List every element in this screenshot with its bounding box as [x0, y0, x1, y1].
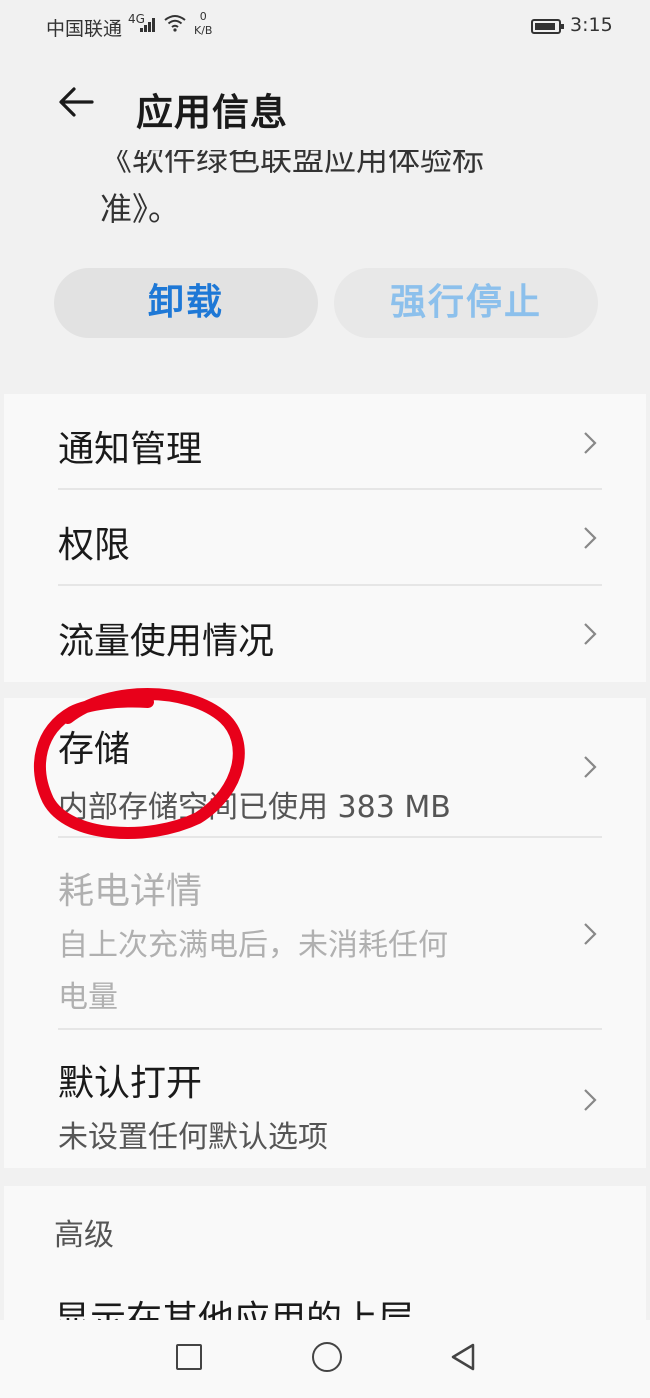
back-arrow-icon[interactable]	[56, 82, 96, 122]
home-icon[interactable]	[312, 1342, 342, 1372]
back-icon[interactable]	[449, 1342, 477, 1372]
wifi-icon	[164, 14, 186, 37]
chevron-right-icon	[584, 923, 597, 945]
network-speed: 0 K/B	[194, 10, 212, 38]
clock: 3:15	[570, 14, 613, 36]
open-by-default-label: 默认打开	[58, 1063, 203, 1104]
description-last-line: 准》。	[100, 190, 181, 228]
divider	[58, 836, 602, 838]
divider	[58, 488, 602, 490]
chevron-right-icon	[584, 432, 597, 454]
storage-label: 存储	[58, 729, 131, 770]
settings-group-1: 通知管理 权限 流量使用情况	[4, 394, 646, 682]
battery-usage-label: 耗电详情	[58, 871, 203, 912]
signal-icon	[140, 16, 158, 32]
chevron-right-icon	[584, 1089, 597, 1111]
data-usage-label: 流量使用情况	[58, 621, 275, 662]
speed-value: 0	[199, 10, 207, 23]
uninstall-button[interactable]: 卸载	[54, 268, 318, 338]
battery-usage-line1: 自上次充满电后，未消耗任何	[58, 928, 448, 963]
app-bar: 应用信息	[0, 60, 650, 150]
status-bar: 中国联通 4G 0 K/B 3:15	[0, 0, 650, 52]
notifications-label: 通知管理	[58, 429, 203, 470]
storage-usage-text: 内部存储空间已使用 383 MB	[58, 790, 451, 825]
open-by-default-text: 未设置任何默认选项	[58, 1120, 328, 1155]
advanced-section-label: 高级	[54, 1218, 114, 1253]
recent-apps-icon[interactable]	[176, 1344, 202, 1370]
force-stop-button[interactable]: 强行停止	[334, 268, 598, 338]
navigation-bar	[0, 1320, 650, 1398]
page-title: 应用信息	[136, 91, 288, 134]
battery-usage-line2: 电量	[58, 980, 118, 1015]
speed-unit: K/B	[194, 24, 213, 37]
chevron-right-icon	[584, 623, 597, 645]
carrier-label: 中国联通	[46, 18, 123, 40]
chevron-right-icon	[584, 527, 597, 549]
chevron-right-icon	[584, 756, 597, 778]
permissions-label: 权限	[58, 525, 131, 566]
divider	[58, 584, 602, 586]
settings-group-2: 存储 内部存储空间已使用 383 MB 耗电详情 自上次充满电后，未消耗任何 电…	[4, 698, 646, 1168]
divider	[58, 1028, 602, 1030]
battery-icon	[531, 19, 564, 34]
